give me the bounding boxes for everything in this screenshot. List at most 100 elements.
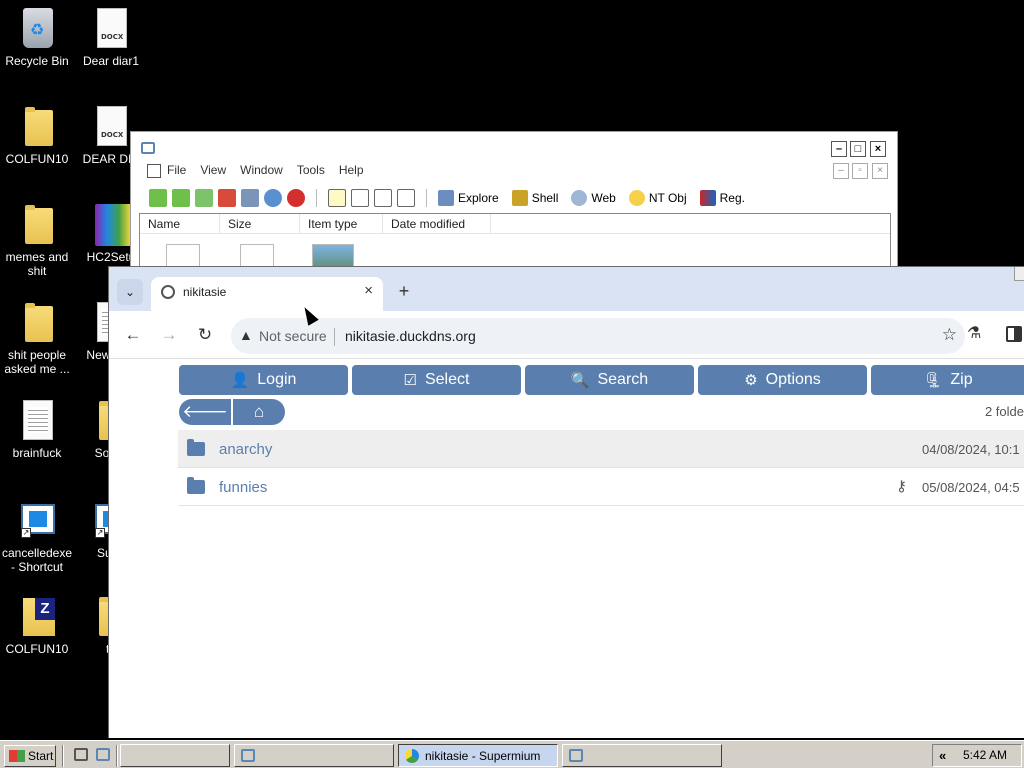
back-arrow-icon[interactable]	[149, 189, 167, 207]
forward-arrow-icon[interactable]	[172, 189, 190, 207]
folder-count: 2 folde	[984, 404, 1024, 419]
web-button[interactable]: Web	[571, 190, 616, 206]
list-item-funnies[interactable]: funnies ⚷ 05/08/2024, 04:5	[178, 468, 1024, 506]
clock[interactable]: 5:42 AM	[963, 748, 1007, 762]
minimize-button[interactable]: –	[831, 141, 847, 157]
folder-icon	[187, 477, 205, 494]
select-label: Select	[424, 371, 470, 388]
taskbar-separator	[62, 745, 64, 767]
explore-button[interactable]: Explore	[438, 190, 499, 206]
new-tab-button[interactable]: +	[391, 279, 417, 305]
stop-icon[interactable]	[287, 189, 305, 207]
child-restore-button[interactable]: ▫	[852, 163, 868, 179]
tray-expand-icon[interactable]: «	[939, 748, 946, 763]
login-button[interactable]: 👤 Login	[179, 365, 348, 395]
browser-task-icon	[405, 748, 419, 763]
forward-button[interactable]: →	[157, 323, 181, 347]
side-panel-icon[interactable]	[1006, 326, 1022, 342]
folder-name[interactable]: funnies	[219, 479, 267, 496]
refresh-icon[interactable]	[264, 189, 282, 207]
windows-logo-icon	[9, 750, 25, 762]
reg-button[interactable]: Reg.	[699, 190, 745, 206]
browser-window[interactable]: ⌄ nikitasie × + ← → ↻ ▲ Not secure nikit…	[108, 266, 1024, 738]
menu-view[interactable]: View	[193, 163, 233, 177]
desktop-icon-memes[interactable]: memes and shit	[0, 204, 74, 278]
menu-window[interactable]: Window	[233, 163, 290, 177]
explorer-window[interactable]: – □ × – ▫ × File View Window Tools Help …	[130, 131, 898, 284]
up-arrow-icon[interactable]	[195, 189, 213, 207]
desktop-icon-cancelledexe[interactable]: ↗ cancelledexe - Shortcut	[0, 500, 74, 574]
folder-icon	[17, 204, 57, 246]
taskbar: Start nikitasie - Supermium « 5:42 AM	[0, 740, 1024, 768]
search-icon[interactable]	[241, 189, 259, 207]
window-task-icon	[569, 749, 583, 762]
folder-back-button[interactable]: 🡐	[179, 399, 231, 425]
view-columns-icon[interactable]	[397, 189, 415, 207]
desktop-icon-shit-people[interactable]: shit people asked me ...	[0, 302, 74, 376]
system-tray: « 5:42 AM	[932, 744, 1022, 767]
reload-button[interactable]: ↻	[193, 323, 217, 347]
address-bar[interactable]: ▲ Not secure nikitasie.duckdns.org ☆	[231, 318, 965, 354]
view-details-icon[interactable]	[374, 189, 392, 207]
labs-flask-icon[interactable]: ⚗	[967, 323, 981, 343]
show-desktop-icon[interactable]	[74, 748, 88, 761]
child-minimize-button[interactable]: –	[833, 163, 849, 179]
bookmark-star-icon[interactable]: ☆	[942, 325, 957, 345]
close-button[interactable]: ×	[870, 141, 886, 157]
child-close-button[interactable]: ×	[872, 163, 888, 179]
zip-button[interactable]: 🗜 Zip	[871, 365, 1024, 395]
folder-date: 05/08/2024, 04:5	[922, 480, 1020, 495]
desktop-icon-label: cancelledexe - Shortcut	[1, 546, 73, 574]
desktop-icon-recycle-bin[interactable]: Recycle Bin	[0, 8, 74, 68]
checkbox-icon: ☑	[403, 372, 417, 389]
folder-icon	[187, 439, 205, 456]
desktop-icon-label: Recycle Bin	[5, 54, 69, 68]
start-button[interactable]: Start	[4, 745, 56, 767]
url-text[interactable]: nikitasie.duckdns.org	[345, 328, 476, 344]
tab-strip: ⌄ nikitasie × +	[109, 267, 1024, 311]
shell-button[interactable]: Shell	[511, 190, 558, 206]
folder-icon	[17, 106, 57, 148]
desktop-icon-colfun10-zip[interactable]: Z COLFUN10	[0, 596, 74, 656]
explorer-titlebar[interactable]: – □ × – ▫ ×	[131, 132, 897, 179]
tab-nikitasie[interactable]: nikitasie ×	[151, 277, 383, 311]
search-button[interactable]: 🔍 Search	[525, 365, 694, 395]
search-label: Search	[597, 371, 649, 388]
quicklaunch-explorer-icon[interactable]	[96, 748, 110, 761]
view-list-icon[interactable]	[351, 189, 369, 207]
desktop-icon-brainfuck[interactable]: brainfuck	[0, 400, 74, 460]
column-size[interactable]: Size	[220, 214, 300, 233]
desktop-icon-colfun10[interactable]: COLFUN10	[0, 106, 74, 166]
zip-folder-icon: Z	[17, 596, 57, 638]
list-item-anarchy[interactable]: anarchy 04/08/2024, 10:1	[178, 430, 1024, 468]
not-secure-label[interactable]: Not secure	[259, 328, 327, 344]
text-file-icon	[17, 400, 57, 442]
menu-help[interactable]: Help	[332, 163, 371, 177]
window-control-edge[interactable]	[1014, 267, 1024, 281]
taskbar-task-supermium[interactable]: nikitasie - Supermium	[398, 744, 558, 767]
options-button[interactable]: ⚙ Options	[698, 365, 867, 395]
explorer-menubar: File View Window Tools Help	[145, 163, 371, 178]
menu-tools[interactable]: Tools	[290, 163, 332, 177]
warning-icon[interactable]: ▲	[239, 327, 253, 343]
folder-name[interactable]: anarchy	[219, 441, 272, 458]
desktop-icon-dear-diar1[interactable]: DOCX Dear diar1	[74, 8, 148, 68]
taskbar-task-window[interactable]	[562, 744, 722, 767]
view-icon[interactable]	[328, 189, 346, 207]
column-date-modified[interactable]: Date modified	[383, 214, 491, 233]
taskbar-task-blank[interactable]	[120, 744, 230, 767]
nt-obj-button[interactable]: NT Obj	[628, 190, 687, 206]
select-button[interactable]: ☑ Select	[352, 365, 521, 395]
taskbar-task-explorer[interactable]	[234, 744, 394, 767]
back-button[interactable]: ←	[121, 323, 145, 347]
folder-home-button[interactable]: ⌂	[233, 399, 285, 425]
navigation-bar: ← → ↻ ▲ Not secure nikitasie.duckdns.org…	[109, 311, 1024, 359]
tab-close-icon[interactable]: ×	[364, 282, 373, 299]
tab-search-button[interactable]: ⌄	[117, 279, 143, 305]
menu-file[interactable]: File	[145, 163, 193, 178]
column-item-type[interactable]: Item type	[300, 214, 383, 233]
maximize-button[interactable]: □	[850, 141, 866, 157]
column-name[interactable]: Name	[140, 214, 220, 233]
home-icon[interactable]	[218, 189, 236, 207]
docx-file-icon: DOCX	[91, 106, 131, 148]
